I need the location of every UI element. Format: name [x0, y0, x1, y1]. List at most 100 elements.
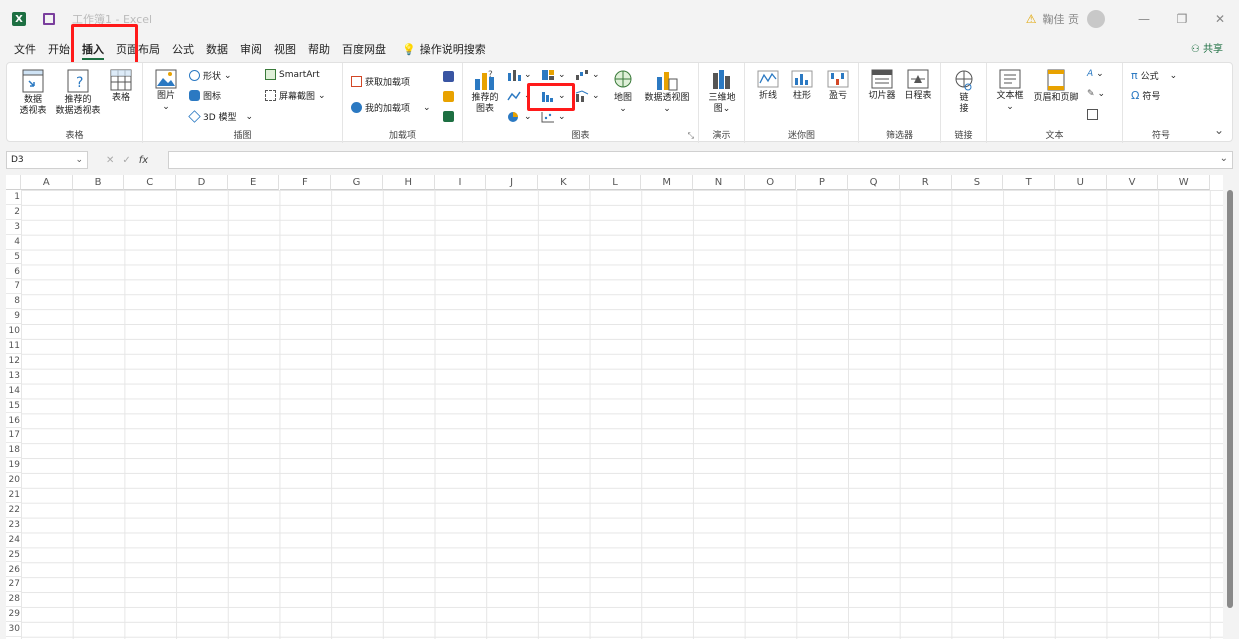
column-header[interactable]: Q — [848, 175, 900, 190]
my-addins-button[interactable]: 我的加载项 ⌄ — [351, 101, 431, 114]
symbol-button[interactable]: Ω 符号 — [1131, 89, 1160, 102]
name-box[interactable]: D3 ⌄ — [6, 151, 88, 169]
avatar[interactable] — [1087, 10, 1105, 28]
column-header[interactable]: K — [538, 175, 590, 190]
select-all-corner[interactable] — [6, 175, 21, 190]
formula-expand-icon[interactable]: ⌄ — [1220, 153, 1228, 164]
column-header[interactable]: F — [279, 175, 332, 190]
tab-data[interactable]: 数据 — [200, 38, 234, 62]
warning-icon[interactable]: ⚠ — [1026, 12, 1037, 26]
textbox-button[interactable]: 文本框 ⌄ — [993, 69, 1027, 113]
ribbon-collapse-icon[interactable]: ⌄ — [1214, 123, 1224, 137]
tab-view[interactable]: 视图 — [268, 38, 302, 62]
row-header[interactable]: 1 — [6, 190, 21, 205]
row-header[interactable]: 18 — [6, 443, 21, 459]
hierarchy-chart-button[interactable]: ⌄ — [541, 69, 566, 81]
row-header[interactable]: 25 — [6, 548, 21, 563]
scrollbar-thumb[interactable] — [1227, 190, 1233, 608]
combo-chart-button[interactable]: ⌄ — [575, 90, 600, 102]
shapes-button[interactable]: 形状 ⌄ — [189, 69, 232, 82]
recommended-charts-button[interactable]: ? 推荐的 图表 — [467, 69, 503, 115]
object-button[interactable] — [1087, 109, 1098, 120]
column-header[interactable]: R — [899, 175, 952, 190]
column-header[interactable]: H — [382, 175, 435, 190]
row-header[interactable]: 12 — [6, 354, 21, 369]
recommended-pivot-button[interactable]: ? 推荐的 数据透视表 — [53, 69, 103, 117]
3d-models-button[interactable]: 3D 模型 ⌄ — [188, 110, 253, 123]
row-header[interactable]: 6 — [6, 265, 21, 280]
column-header[interactable]: I — [434, 175, 487, 190]
tab-file[interactable]: 文件 — [8, 38, 42, 62]
vertical-scrollbar[interactable] — [1225, 186, 1235, 630]
tab-baidu[interactable]: 百度网盘 — [336, 38, 392, 62]
insert-function-button[interactable]: fx — [139, 155, 148, 166]
column-header[interactable]: N — [693, 175, 745, 190]
close-button[interactable]: ✕ — [1201, 12, 1239, 26]
restore-button[interactable]: ❐ — [1163, 12, 1201, 26]
minimize-button[interactable]: — — [1125, 12, 1163, 26]
column-header[interactable]: T — [1003, 175, 1055, 190]
column-header[interactable]: E — [227, 175, 280, 190]
user-name[interactable]: 鞠佳 贡 — [1043, 11, 1080, 27]
row-header[interactable]: 16 — [6, 414, 21, 429]
row-header[interactable]: 30 — [6, 622, 21, 637]
table-button[interactable]: 表格 — [105, 69, 137, 104]
visio-icon[interactable] — [443, 71, 454, 82]
column-header[interactable]: P — [796, 175, 849, 190]
row-header[interactable]: 3 — [6, 220, 21, 235]
share-button[interactable]: ⚇ 共享 — [1191, 38, 1223, 62]
link-button[interactable]: 链 接 — [947, 69, 981, 115]
namebox-dropdown-icon[interactable]: ⌄ — [75, 152, 83, 168]
row-header[interactable]: 7 — [6, 279, 21, 295]
column-header[interactable]: S — [951, 175, 1004, 190]
3d-map-button[interactable]: 三维地 图⌄ — [703, 69, 741, 115]
row-header[interactable]: 20 — [6, 473, 21, 488]
column-header[interactable]: U — [1055, 175, 1107, 190]
row-header[interactable]: 14 — [6, 384, 21, 399]
get-addins-button[interactable]: 获取加载项 — [351, 75, 410, 88]
row-header[interactable]: 29 — [6, 607, 21, 623]
column-header[interactable]: B — [72, 175, 125, 190]
pictures-dropdown-icon[interactable]: ⌄ — [162, 102, 170, 112]
slicer-button[interactable]: 切片器 — [865, 69, 899, 102]
sparkline-column-button[interactable]: 柱形 — [787, 69, 817, 102]
column-header[interactable]: C — [124, 175, 177, 190]
row-header[interactable]: 2 — [6, 205, 21, 220]
cell-area[interactable] — [21, 190, 1223, 639]
row-header[interactable]: 27 — [6, 577, 21, 593]
tab-review[interactable]: 审阅 — [234, 38, 268, 62]
column-header[interactable]: V — [1106, 175, 1159, 190]
icons-button[interactable]: 图标 — [189, 89, 221, 102]
enter-icon[interactable]: ✓ — [122, 155, 130, 166]
save-icon[interactable] — [43, 13, 55, 25]
row-header[interactable]: 5 — [6, 250, 21, 265]
row-header[interactable]: 11 — [6, 339, 21, 354]
sparkline-line-button[interactable]: 折线 — [753, 69, 783, 102]
equation-button[interactable]: π 公式 ⌄ — [1131, 69, 1177, 82]
column-header[interactable]: D — [176, 175, 228, 190]
row-header[interactable]: 22 — [6, 503, 21, 518]
bing-icon[interactable] — [443, 91, 454, 102]
search-box[interactable]: 操作说明搜索 — [420, 38, 492, 62]
waterfall-chart-button[interactable]: ⌄ — [575, 69, 600, 81]
maps-button[interactable]: 地图 ⌄ — [609, 69, 637, 115]
row-header[interactable]: 28 — [6, 592, 21, 608]
pivot-chart-button[interactable]: 数据透视图 ⌄ — [639, 69, 695, 115]
sparkline-winloss-button[interactable]: 盈亏 — [823, 69, 853, 102]
row-header[interactable]: 23 — [6, 518, 21, 533]
worksheet-grid[interactable]: ABCDEFGHIJKLMNOPQRSTUVW 1 2 3 4 5 6 7 8 9 10 11 12 1… — [6, 175, 1223, 639]
pivot-table-button[interactable]: 数据 透视表 — [13, 69, 53, 117]
column-header[interactable]: O — [744, 175, 797, 190]
header-footer-button[interactable]: 页眉和页脚 — [1029, 69, 1083, 104]
formula-input[interactable]: ⌄ — [168, 151, 1233, 169]
signature-button[interactable]: ✎ ⌄ — [1087, 89, 1105, 99]
tab-help[interactable]: 帮助 — [302, 38, 336, 62]
column-header[interactable]: A — [21, 175, 73, 190]
wordart-button[interactable]: A ⌄ — [1087, 69, 1104, 79]
timeline-button[interactable]: 日程表 — [901, 69, 935, 102]
lightbulb-icon[interactable]: 💡 — [392, 38, 420, 62]
row-header[interactable]: 13 — [6, 369, 21, 384]
pie-chart-button[interactable]: ⌄ — [507, 111, 532, 123]
tab-formulas[interactable]: 公式 — [166, 38, 200, 62]
column-header[interactable]: M — [641, 175, 694, 190]
